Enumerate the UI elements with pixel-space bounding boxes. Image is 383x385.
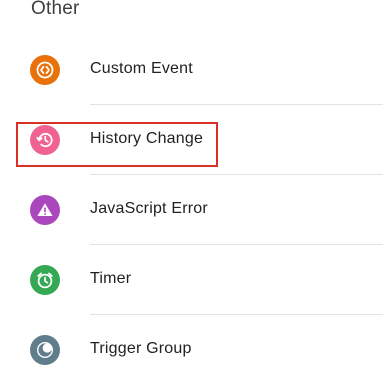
list-item-trigger-group[interactable]: Trigger Group xyxy=(0,315,383,385)
list-item-custom-event[interactable]: Custom Event xyxy=(0,35,383,105)
list-item-label: Custom Event xyxy=(90,60,193,77)
list-item-label: Trigger Group xyxy=(90,340,192,357)
list-item-label: JavaScript Error xyxy=(90,200,208,217)
section-title: Other xyxy=(31,0,80,19)
trigger-type-list: Custom Event History Change JavaScript E… xyxy=(0,35,383,385)
list-item-label: Timer xyxy=(90,270,132,287)
code-brackets-icon xyxy=(30,55,60,85)
history-icon xyxy=(30,125,60,155)
alarm-clock-icon xyxy=(30,265,60,295)
list-item-javascript-error[interactable]: JavaScript Error xyxy=(0,175,383,245)
list-item-history-change[interactable]: History Change xyxy=(0,105,383,175)
list-item-label: History Change xyxy=(90,130,204,147)
trigger-group-icon xyxy=(30,335,60,365)
warning-icon xyxy=(30,195,60,225)
list-item-timer[interactable]: Timer xyxy=(0,245,383,315)
